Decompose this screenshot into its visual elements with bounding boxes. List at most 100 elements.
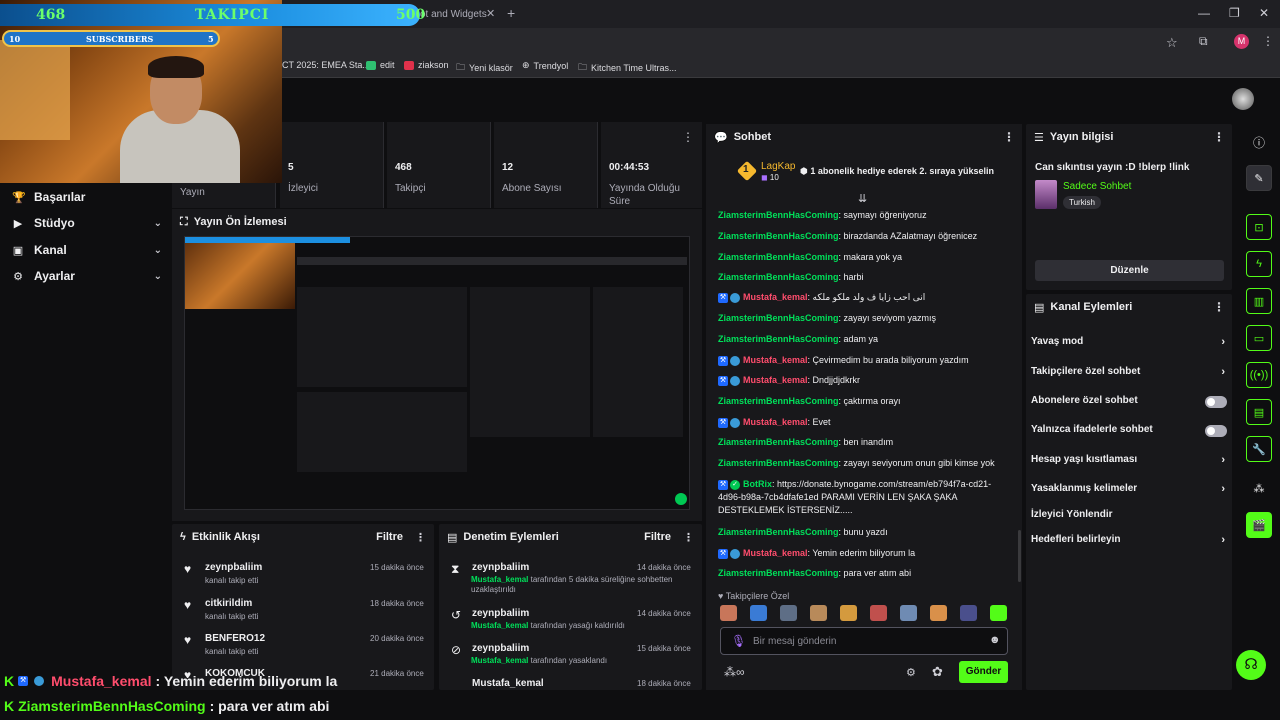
chat-message: ZiamsterimBennHasComing: ben inandım (718, 436, 1010, 449)
maximize-icon[interactable]: ❐ (1229, 6, 1240, 20)
profile-avatar[interactable]: M (1234, 34, 1249, 49)
emoji-icon[interactable]: ☻ (989, 634, 1001, 646)
chat-username[interactable]: ZiamsterimBennHasComing (718, 313, 839, 323)
preview-overlay-chat (185, 482, 485, 509)
minimize-icon[interactable]: — (1198, 6, 1210, 20)
emote-icon[interactable] (840, 605, 857, 621)
emote-icon[interactable] (810, 605, 827, 621)
broadcast-icon[interactable]: ((•)) (1246, 362, 1272, 388)
chat-username[interactable]: ZiamsterimBennHasComing (718, 231, 839, 241)
close-tab-icon[interactable]: ✕ (486, 7, 495, 20)
chat-username[interactable]: ZiamsterimBennHasComing (718, 334, 839, 344)
emote-icon[interactable] (720, 605, 737, 621)
support-icon[interactable]: ☊ (1236, 650, 1266, 680)
chat-username[interactable]: Mustafa_kemal (743, 417, 808, 427)
emote-icon[interactable] (990, 605, 1007, 621)
lightning-icon[interactable]: ϟ (1246, 251, 1272, 277)
emote-icon[interactable] (870, 605, 887, 621)
edit-stream-button[interactable]: Düzenle (1035, 260, 1224, 281)
chat-message: ZiamsterimBennHasComing: çaktırma orayı (718, 395, 1010, 408)
nav-item-achievements[interactable]: 🏆 Başarılar (12, 190, 162, 204)
undo-icon: ↺ (451, 608, 462, 622)
chat-username[interactable]: ZiamsterimBennHasComing (718, 527, 839, 537)
send-button[interactable]: Gönder (959, 661, 1008, 683)
close-window-icon[interactable]: ✕ (1259, 6, 1269, 20)
chat-settings-icon[interactable]: ⚙ (906, 666, 916, 679)
bookmark-item[interactable]: 🗀 Yeni klasör (456, 60, 513, 76)
bookmark-item[interactable]: ⊕ Trendyol (522, 60, 568, 71)
stats-menu-icon[interactable]: ⋮ (682, 130, 694, 144)
activity-filter-button[interactable]: Filtre (376, 531, 403, 543)
new-tab-button[interactable]: + (507, 5, 515, 21)
scroll-down-icon[interactable]: ⇊ (858, 192, 867, 205)
star-icon[interactable]: ☆ (1166, 35, 1178, 51)
chat-scrollbar[interactable] (1018, 530, 1021, 582)
chat-username[interactable]: ZiamsterimBennHasComing (718, 458, 839, 468)
menu-icon[interactable]: ⋮ (1262, 34, 1274, 48)
bookmark-item[interactable]: 🗀 Kitchen Time Ultras... (578, 60, 677, 76)
channel-actions-menu-icon[interactable]: ⋮ (1213, 300, 1225, 314)
extensions-icon[interactable]: ⧉ (1199, 34, 1208, 49)
clip-icon[interactable]: ⊡ (1246, 214, 1272, 240)
stream-info-menu-icon[interactable]: ⋮ (1213, 130, 1225, 144)
chat-username[interactable]: Mustafa_kemal (743, 292, 808, 302)
chat-username[interactable]: ZiamsterimBennHasComing (718, 252, 839, 262)
slow-mode-item[interactable]: Yavaş mod › (1031, 336, 1225, 348)
chat-input[interactable]: 🎙 Bir mesaj gönderin ☻ (720, 627, 1008, 655)
user-avatar[interactable] (1232, 88, 1254, 110)
nav-item-settings[interactable]: ⚙ Ayarlar ⌄ (12, 269, 162, 283)
clapper-icon[interactable]: 🎬 (1246, 512, 1272, 538)
chat-username[interactable]: Mustafa_kemal (743, 548, 808, 558)
category-name[interactable]: Sadece Sohbet (1063, 181, 1131, 192)
edit-layout-icon[interactable]: ✎ (1246, 165, 1272, 191)
emote-picker-icon[interactable]: ✿ (932, 664, 943, 680)
set-goals-item[interactable]: Hedefleri belirleyin › (1031, 534, 1225, 546)
chevron-right-icon: › (1221, 366, 1225, 378)
moderation-filter-button[interactable]: Filtre (644, 531, 671, 543)
chat-username[interactable]: ZiamsterimBennHasComing (718, 210, 839, 220)
emote-icon[interactable] (960, 605, 977, 621)
host-channel-item[interactable]: İzleyici Yönlendir (1031, 509, 1225, 520)
wrench-icon[interactable]: 🔧 (1246, 436, 1272, 462)
chat-username[interactable]: ZiamsterimBennHasComing (718, 437, 839, 447)
chat-username[interactable]: ZiamsterimBennHasComing (718, 568, 839, 578)
subscribers-only-toggle[interactable] (1205, 396, 1227, 408)
notes-icon[interactable]: ▥ (1246, 288, 1272, 314)
bookmark-item[interactable]: CT 2025: EMEA Sta... (282, 60, 370, 70)
chat-username[interactable]: ZiamsterimBennHasComing (718, 396, 839, 406)
nav-item-studio[interactable]: ▶ Stüdyo ⌄ (12, 216, 162, 230)
chat-username[interactable]: Mustafa_kemal (743, 375, 808, 385)
emote-only-toggle[interactable] (1205, 425, 1227, 437)
chat-input-placeholder[interactable]: Bir mesaj gönderin (753, 636, 836, 647)
account-age-item[interactable]: Hesap yaşı kısıtlaması › (1031, 454, 1225, 466)
kick-logo-icon: K (4, 673, 15, 689)
preview-video[interactable] (184, 236, 690, 510)
emote-icon[interactable] (780, 605, 797, 621)
bookmark-icon: ⊕ (522, 60, 530, 70)
language-tag[interactable]: Turkish (1063, 196, 1101, 209)
moderation-item: ↺ zeynpbaliim 14 dakika önce Mustafa_kem… (451, 608, 691, 630)
activity-menu-icon[interactable]: ⋮ (415, 531, 426, 544)
points-icon[interactable]: ⁂ (1246, 475, 1272, 501)
moderation-menu-icon[interactable]: ⋮ (683, 531, 694, 544)
emote-icon[interactable] (750, 605, 767, 621)
chat-text: : saymayı öğreniyoruz (838, 210, 927, 220)
tab-title[interactable]: ot and Widgets (420, 9, 487, 20)
bookmark-item[interactable]: edit (366, 60, 395, 70)
help-icon[interactable]: ⓘ (1253, 134, 1265, 151)
chat-username[interactable]: Mustafa_kemal (743, 355, 808, 365)
chat-menu-icon[interactable]: ⋮ (1003, 130, 1015, 144)
kick-points-icon[interactable]: ⁂∞ (724, 665, 745, 679)
nav-item-channel[interactable]: ▣ Kanal ⌄ (12, 243, 162, 257)
layout-icon[interactable]: ▤ (1246, 399, 1272, 425)
chat-username[interactable]: ZiamsterimBennHasComing (718, 272, 839, 282)
bookmark-item[interactable]: ziakson (404, 60, 449, 70)
banned-words-item[interactable]: Yasaklanmış kelimeler › (1031, 483, 1225, 495)
emote-icon[interactable] (900, 605, 917, 621)
emote-icon[interactable] (930, 605, 947, 621)
microphone-icon[interactable]: 🎙 (731, 634, 746, 648)
pinned-user[interactable]: LagKap (761, 161, 795, 172)
followers-only-item[interactable]: Takipçilere özel sohbet › (1031, 366, 1225, 378)
chat-bubble-icon[interactable]: ▭ (1246, 325, 1272, 351)
chat-username[interactable]: BotRix (743, 479, 772, 489)
